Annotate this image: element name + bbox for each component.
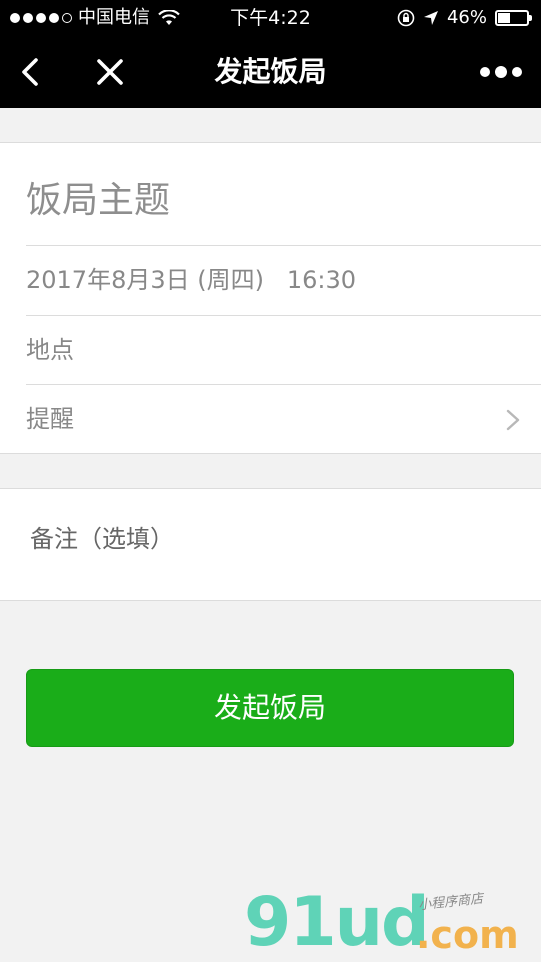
datetime-value[interactable]: 2017年8月3日 (周四) 16:30	[26, 246, 356, 315]
location-input[interactable]: 地点	[26, 316, 74, 385]
datetime-field[interactable]: 2017年8月3日 (周四) 16:30	[0, 246, 541, 316]
battery-icon	[495, 10, 532, 26]
page-title: 发起饭局	[214, 55, 327, 88]
status-bar: 中国电信 下午4:22 46%	[0, 0, 541, 36]
event-form: 饭局主题 2017年8月3日 (周四) 16:30 地点 提醒	[0, 142, 541, 454]
orientation-lock-icon	[397, 9, 415, 27]
topic-field[interactable]: 饭局主题	[0, 143, 541, 246]
watermark-domain: .com	[416, 913, 519, 957]
battery-percent: 46%	[446, 7, 487, 28]
watermark-logo: 91ud	[244, 883, 430, 962]
note-textarea[interactable]: 备注（选填）	[30, 519, 174, 554]
location-field[interactable]: 地点	[0, 316, 541, 385]
topic-input[interactable]: 饭局主题	[26, 171, 170, 223]
watermark: 91ud 小程序商店 .com	[240, 885, 540, 960]
location-arrow-icon	[423, 11, 438, 25]
navigation-bar: 发起饭局	[0, 36, 541, 108]
reminder-field[interactable]: 提醒	[0, 385, 541, 453]
status-right: 46%	[397, 0, 532, 36]
more-dots-icon[interactable]	[479, 62, 523, 82]
reminder-label: 提醒	[26, 405, 74, 433]
note-field[interactable]: 备注（选填）	[0, 488, 541, 601]
create-event-button[interactable]: 发起饭局	[26, 669, 514, 747]
top-bar: 中国电信 下午4:22 46% 发起饭局	[0, 0, 541, 108]
chevron-right-icon	[506, 409, 520, 431]
battery-fill	[498, 13, 510, 23]
